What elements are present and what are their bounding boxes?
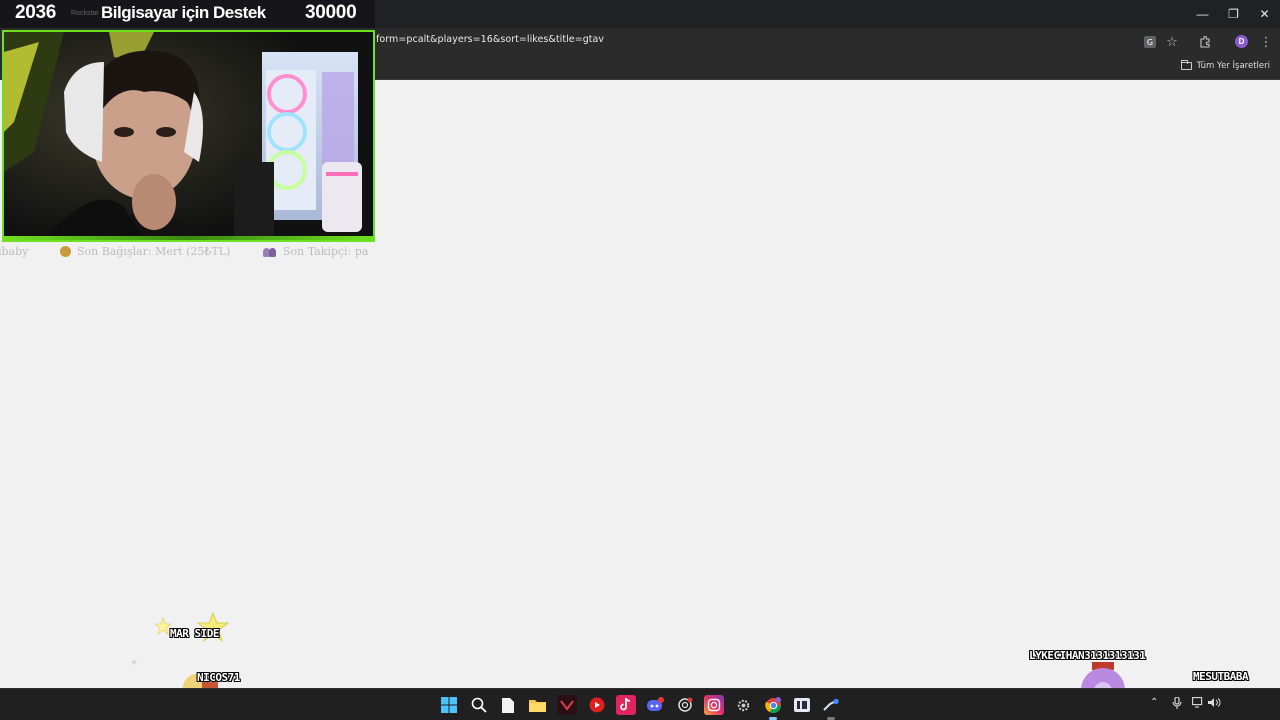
address-bar-url[interactable]: form=pcalt&players=16&sort=likes&title=g… bbox=[376, 34, 604, 45]
restore-icon[interactable]: ❐ bbox=[1218, 0, 1249, 28]
ticker-item: Son Bağışlar: Mert (25₺TL) bbox=[60, 245, 230, 258]
minimize-icon[interactable]: — bbox=[1187, 0, 1218, 28]
screen: — ❐ ✕ form=pcalt&players=16&sort=likes&t… bbox=[0, 0, 1280, 720]
windows-start-icon[interactable] bbox=[439, 695, 459, 715]
webcam-feed bbox=[2, 30, 375, 242]
chat-name-tag: MESUTBABA bbox=[1193, 670, 1249, 683]
streamlabs-icon[interactable] bbox=[792, 695, 812, 715]
profile-avatar[interactable]: D bbox=[1235, 35, 1248, 48]
settings-gear-icon[interactable] bbox=[733, 695, 753, 715]
tray-overflow-chevron-icon[interactable]: ⌃ bbox=[1150, 697, 1158, 708]
window-controls: — ❐ ✕ bbox=[1187, 0, 1280, 28]
ticker-text: Son Bağışlar: Mert (25₺TL) bbox=[77, 245, 231, 258]
goal-current: 2036 bbox=[15, 2, 57, 23]
file-icon[interactable] bbox=[498, 695, 518, 715]
svg-text:G: G bbox=[1147, 38, 1153, 47]
money-bag-icon bbox=[60, 246, 71, 257]
ticker-item: Son Takipçi: pa bbox=[263, 245, 369, 258]
file-explorer-icon[interactable] bbox=[527, 695, 547, 715]
stream-ticker: ibaby Son Bağışlar: Mert (25₺TL) Son Tak… bbox=[0, 242, 375, 262]
stream-goal-banner: 2036 Rockstar Bilgisayar için Destek 300… bbox=[0, 0, 375, 28]
followers-icon bbox=[263, 247, 277, 257]
chat-name-tag: NICOS71 bbox=[197, 671, 240, 684]
bookmark-star-icon[interactable]: ☆ bbox=[1162, 32, 1182, 52]
webcam-frame-accent bbox=[4, 236, 373, 240]
ticker-text: ibaby bbox=[0, 245, 29, 258]
extensions-icon[interactable] bbox=[1195, 32, 1215, 52]
discord-icon[interactable] bbox=[645, 695, 665, 715]
folder-icon bbox=[1180, 60, 1192, 70]
instagram-icon[interactable] bbox=[704, 695, 724, 715]
webcam-image bbox=[4, 32, 373, 240]
chat-name-tag: MAR SIDE bbox=[170, 627, 219, 640]
goal-target: 30000 bbox=[305, 2, 357, 23]
windows-taskbar: ⌃ bbox=[0, 688, 1280, 720]
sparkle-icon: ✦ bbox=[130, 658, 139, 669]
volume-icon[interactable] bbox=[1208, 697, 1221, 711]
chrome-icon[interactable] bbox=[763, 695, 783, 715]
more-menu-icon[interactable]: ⋮ bbox=[1256, 32, 1276, 52]
banner-faint-text: Rockstar bbox=[71, 10, 99, 17]
steam-icon[interactable] bbox=[821, 695, 841, 715]
tiktok-icon[interactable] bbox=[616, 695, 636, 715]
close-icon[interactable]: ✕ bbox=[1249, 0, 1280, 28]
ticker-text: Son Takipçi: pa bbox=[283, 245, 369, 258]
search-icon[interactable] bbox=[469, 695, 489, 715]
microphone-icon[interactable] bbox=[1172, 696, 1182, 712]
goal-title: Bilgisayar için Destek bbox=[101, 3, 266, 22]
all-bookmarks-button[interactable]: Tüm Yer İşaretleri bbox=[1180, 60, 1270, 71]
openai-icon[interactable] bbox=[675, 695, 695, 715]
vscode-icon[interactable] bbox=[557, 695, 577, 715]
translate-icon[interactable]: G bbox=[1140, 32, 1160, 52]
all-bookmarks-label: Tüm Yer İşaretleri bbox=[1196, 61, 1270, 71]
ticker-item: ibaby bbox=[0, 245, 28, 258]
youtube-music-icon[interactable] bbox=[587, 695, 607, 715]
network-icon[interactable] bbox=[1192, 697, 1204, 711]
